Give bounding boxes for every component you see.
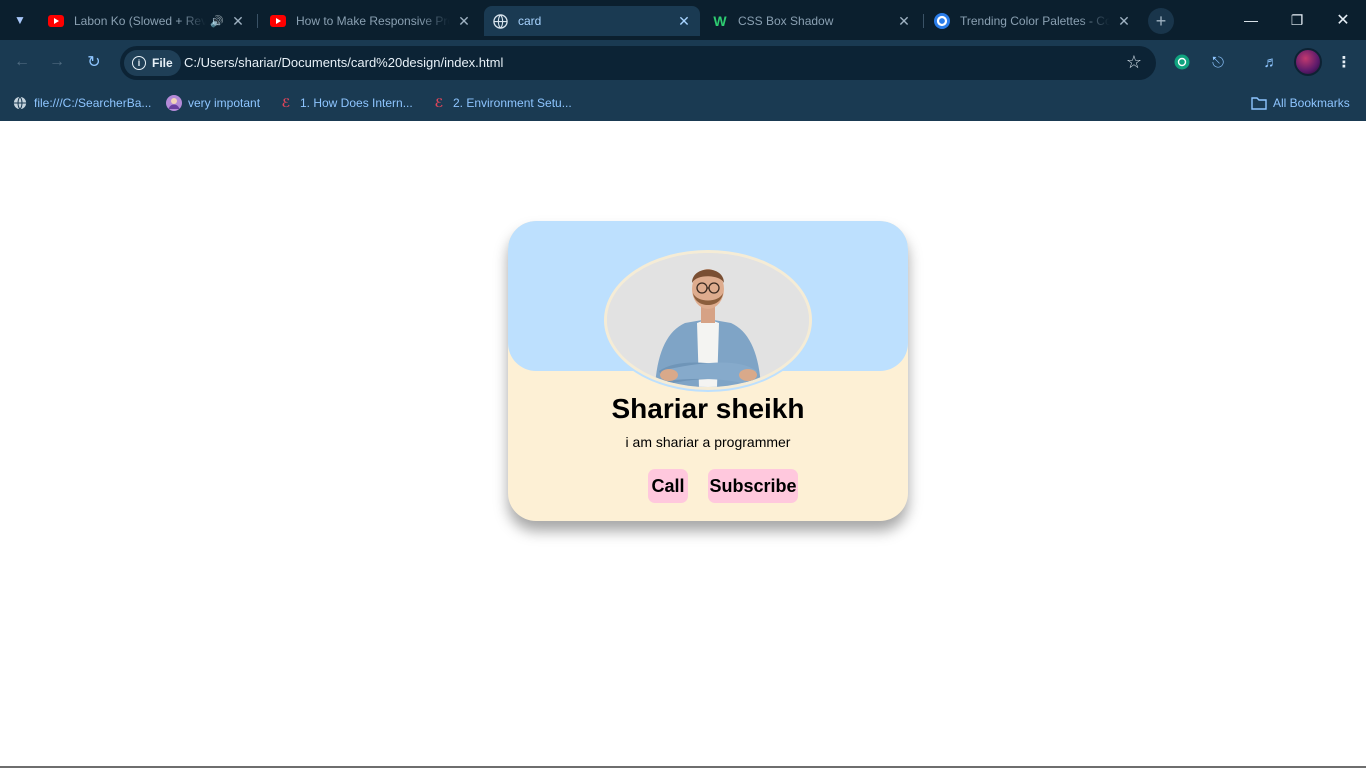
tab-title: CSS Box Shadow xyxy=(738,14,834,28)
star-icon[interactable]: ☆ xyxy=(1126,52,1142,73)
bookmark-item[interactable]: very impotant xyxy=(166,93,260,113)
bookmark-item[interactable]: ℰ 1. How Does Intern... xyxy=(278,93,413,113)
extensions-puzzle-icon[interactable]: ⎋ xyxy=(1206,50,1230,74)
site-info-chip[interactable]: i File xyxy=(124,50,181,76)
bookmark-item[interactable]: ℰ 2. Environment Setu... xyxy=(431,93,572,113)
all-bookmarks-label: All Bookmarks xyxy=(1273,96,1350,110)
all-bookmarks-button[interactable]: All Bookmarks xyxy=(1251,93,1350,113)
bookmark-label: very impotant xyxy=(188,96,261,110)
tab-responsive-card[interactable]: How to Make Responsive Profile Card ✕ xyxy=(262,6,480,36)
browser-toolbar: ← → ↻ i File C:/Users/shariar/Documents/… xyxy=(0,40,1366,85)
bookmark-item[interactable]: file:///C:/SearcherBa... xyxy=(12,93,151,113)
minimize-icon: — xyxy=(1244,12,1258,28)
bookmark-site-icon: ℰ xyxy=(434,96,444,110)
reload-icon: ↻ xyxy=(87,54,101,71)
avatar-icon xyxy=(166,95,182,111)
close-icon[interactable]: ✕ xyxy=(676,13,692,30)
close-icon: ✕ xyxy=(1336,12,1350,29)
menu-kebab-icon[interactable]: ⋮ xyxy=(1332,50,1356,74)
call-button[interactable]: Call xyxy=(648,469,688,503)
folder-icon xyxy=(1251,95,1267,111)
profile-photo xyxy=(604,250,812,390)
tab-card[interactable]: card ✕ xyxy=(484,6,700,36)
profile-avatar[interactable] xyxy=(1294,48,1322,76)
reload-button[interactable]: ↻ xyxy=(80,48,108,76)
restore-icon: ❐ xyxy=(1290,11,1304,28)
coolors-icon xyxy=(934,13,950,29)
arrow-left-icon: ← xyxy=(14,53,30,70)
speaker-icon[interactable]: 🔊 xyxy=(210,15,224,28)
minimize-button[interactable]: — xyxy=(1228,0,1274,40)
bookmarks-bar: file:///C:/SearcherBa... very impotant ℰ… xyxy=(0,85,1366,121)
forward-button[interactable]: → xyxy=(43,48,71,76)
tab-title: card xyxy=(518,14,542,28)
tab-title: Labon Ko (Slowed + Reverb) xyxy=(74,14,206,28)
close-window-button[interactable]: ✕ xyxy=(1320,0,1366,40)
close-icon[interactable]: ✕ xyxy=(456,13,472,30)
tab-divider xyxy=(257,14,258,28)
profile-card: Shariar sheikh i am shariar a programmer… xyxy=(508,221,908,521)
bookmark-label: 1. How Does Intern... xyxy=(300,96,413,110)
site-chip-label: File xyxy=(152,56,173,70)
subscribe-button[interactable]: Subscribe xyxy=(708,469,798,503)
tab-css-box-shadow[interactable]: W CSS Box Shadow ✕ xyxy=(704,6,920,36)
tab-labon-ko[interactable]: Labon Ko (Slowed + Reverb) 🔊 ✕ xyxy=(40,6,254,36)
browser-chrome: ▼ Labon Ko (Slowed + Reverb) 🔊 ✕ How to … xyxy=(0,0,1366,121)
profile-name: Shariar sheikh xyxy=(611,393,805,424)
arrow-right-icon: → xyxy=(49,53,65,70)
back-button[interactable]: ← xyxy=(8,48,36,76)
bookmark-label: file:///C:/SearcherBa... xyxy=(34,96,152,110)
bookmark-label: 2. Environment Setu... xyxy=(453,96,572,110)
bookmark-site-icon: ℰ xyxy=(281,96,291,110)
tab-search-button[interactable]: ▼ xyxy=(6,6,34,34)
w-icon: W xyxy=(713,13,727,29)
tab-title: How to Make Responsive Profile Card xyxy=(296,14,450,28)
tab-divider xyxy=(923,14,924,28)
info-icon: i xyxy=(132,56,146,70)
close-icon[interactable]: ✕ xyxy=(896,13,912,30)
close-icon[interactable]: ✕ xyxy=(1116,13,1132,30)
restore-button[interactable]: ❐ xyxy=(1274,0,1320,40)
tab-coolors[interactable]: Trending Color Palettes - Coolors ✕ xyxy=(926,6,1140,36)
tab-strip: ▼ Labon Ko (Slowed + Reverb) 🔊 ✕ How to … xyxy=(0,0,1366,40)
new-tab-button[interactable]: + xyxy=(1148,8,1174,34)
tab-title: Trending Color Palettes - Coolors xyxy=(960,14,1110,28)
plus-icon: + xyxy=(1155,10,1167,31)
chevron-down-icon: ▼ xyxy=(14,13,26,27)
globe-icon xyxy=(12,95,28,111)
page-viewport: Shariar sheikh i am shariar a programmer… xyxy=(0,121,1366,766)
youtube-icon xyxy=(270,13,286,29)
chatgpt-extension-icon[interactable] xyxy=(1170,50,1194,74)
close-icon[interactable]: ✕ xyxy=(230,13,246,30)
address-bar[interactable]: i File C:/Users/shariar/Documents/card%2… xyxy=(120,46,1156,80)
youtube-icon xyxy=(48,13,64,29)
media-control-icon[interactable]: ♬ xyxy=(1259,50,1283,74)
profile-role: i am shariar a programmer xyxy=(625,434,791,450)
url-text[interactable]: C:/Users/shariar/Documents/card%20design… xyxy=(184,55,503,70)
globe-icon xyxy=(492,13,508,29)
